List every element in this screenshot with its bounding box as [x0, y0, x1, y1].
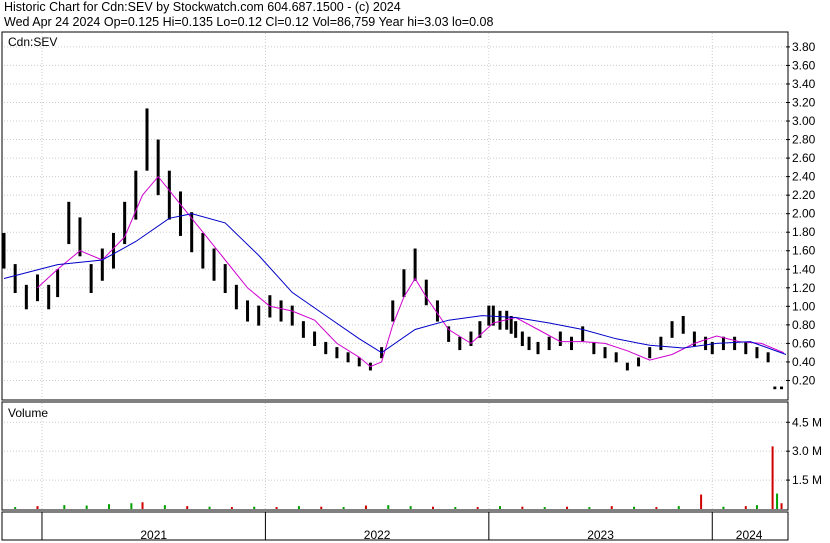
- price-tick-label: 0.20: [792, 373, 816, 387]
- volume-panel-title: Volume: [8, 406, 48, 420]
- price-tick-label: 0.60: [792, 336, 816, 350]
- price-tick-label: 1.40: [792, 262, 816, 276]
- volume-bar: [342, 507, 345, 509]
- volume-tick-label: 4.5 M: [792, 415, 822, 429]
- volume-bar: [700, 494, 703, 509]
- volume-bar: [364, 505, 367, 509]
- price-tick-label: 1.20: [792, 281, 816, 295]
- year-label: 2023: [587, 528, 614, 542]
- volume-bar: [677, 506, 680, 509]
- volume-bar: [275, 507, 278, 509]
- price-grid: [4, 33, 786, 399]
- volume-bar: [744, 506, 747, 509]
- moving-average-short-line: [37, 175, 784, 368]
- price-tick-label: 2.80: [792, 133, 816, 147]
- volume-bar: [588, 507, 591, 509]
- volume-bar: [431, 506, 434, 509]
- volume-bar: [780, 503, 783, 509]
- volume-bar: [230, 507, 233, 509]
- year-x-axis: 2021 2022 2023 2024: [41, 512, 763, 542]
- volume-bar: [771, 446, 774, 509]
- price-tick-label: 3.20: [792, 95, 816, 109]
- volume-panel-frame: [1, 401, 789, 511]
- price-tick-label: 3.00: [792, 114, 816, 128]
- stock-chart: 0.20 0.40 0.60 0.80 1.00 1.20 1.40 1.60 1.80 2.00…: [1, 31, 822, 542]
- price-panel-title: Cdn:SEV: [8, 35, 57, 49]
- price-tick-label: 0.80: [792, 318, 816, 332]
- volume-bar: [722, 506, 725, 509]
- volume-bar: [476, 507, 479, 509]
- volume-bar: [566, 506, 569, 509]
- volume-bar: [186, 506, 189, 509]
- price-tick-label: 3.40: [792, 77, 816, 91]
- volume-bar: [776, 493, 779, 509]
- volume-bar: [521, 506, 524, 509]
- year-label: 2022: [364, 528, 391, 542]
- price-panel-frame: [1, 31, 789, 401]
- volume-bar: [543, 507, 546, 509]
- price-tick-label: 3.60: [792, 58, 816, 72]
- volume-y-axis: 1.5 M 3.0 M 4.5 M: [786, 415, 822, 487]
- volume-bar: [253, 506, 256, 509]
- price-tick-label: 2.00: [792, 207, 816, 221]
- price-tick-label: 3.80: [792, 40, 816, 54]
- volume-bar: [108, 504, 111, 509]
- volume-bar: [387, 505, 390, 509]
- volume-bar: [208, 506, 211, 509]
- volume-bar: [655, 507, 658, 509]
- volume-bar: [85, 505, 88, 509]
- volume-bar: [130, 503, 133, 509]
- volume-bar: [633, 506, 636, 509]
- volume-bar: [499, 506, 502, 509]
- volume-tick-label: 3.0 M: [792, 444, 822, 458]
- moving-average-long-line: [3, 213, 787, 355]
- price-tick-label: 1.00: [792, 299, 816, 313]
- volume-bar: [610, 506, 613, 509]
- volume-bar: [454, 507, 457, 509]
- price-tick-label: 2.60: [792, 151, 816, 165]
- volume-bar: [297, 506, 300, 509]
- volume-grid: [4, 403, 786, 509]
- volume-bar: [755, 505, 758, 509]
- price-y-axis: 0.20 0.40 0.60 0.80 1.00 1.20 1.40 1.60 1.80 2.00…: [786, 40, 816, 387]
- x-axis-frame: [1, 511, 789, 541]
- volume-bar: [163, 505, 166, 509]
- moving-averages: [3, 175, 787, 368]
- price-tick-label: 2.40: [792, 170, 816, 184]
- price-tick-label: 0.40: [792, 355, 816, 369]
- price-tick-label: 1.60: [792, 244, 816, 258]
- volume-bar: [36, 506, 39, 509]
- year-label: 2024: [736, 528, 763, 542]
- price-tick-label: 1.80: [792, 225, 816, 239]
- volume-bar: [63, 505, 66, 509]
- price-tick-label: 2.20: [792, 188, 816, 202]
- volume-bar: [409, 506, 412, 509]
- volume-bars: [14, 446, 783, 509]
- price-ohlc-series: [2, 108, 784, 390]
- volume-bar: [14, 507, 17, 509]
- volume-bar: [141, 502, 144, 509]
- volume-tick-label: 1.5 M: [792, 473, 822, 487]
- year-label: 2021: [140, 528, 167, 542]
- volume-bar: [320, 506, 323, 509]
